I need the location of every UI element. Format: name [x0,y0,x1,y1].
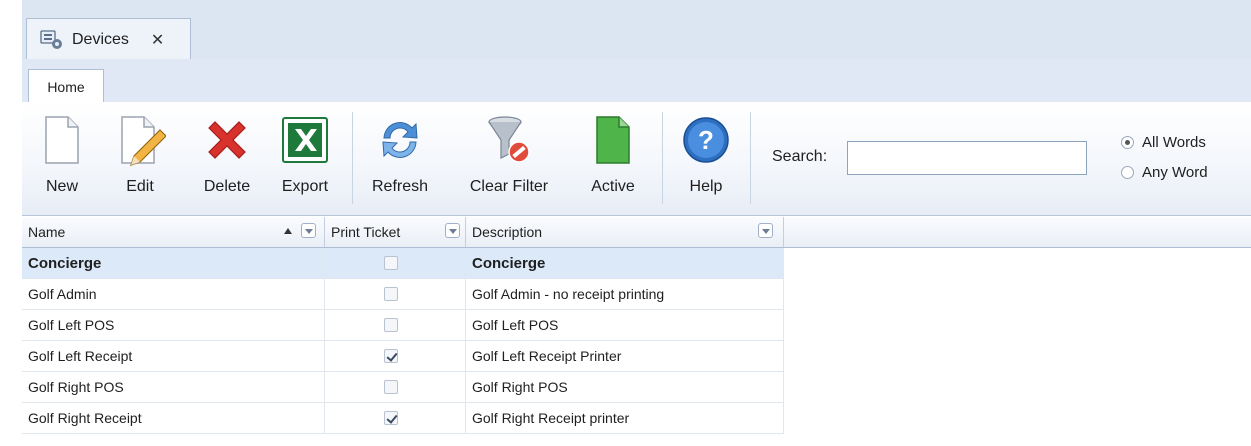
cell-description: Golf Left POS [466,310,784,340]
tab-home-label: Home [47,78,85,95]
refresh-button[interactable]: Refresh [364,110,436,210]
radio-any-word-label: Any Word [1142,164,1208,181]
cell-name: Golf Left Receipt [22,341,325,371]
devices-window: Devices ✕ Home New Edit Delete Export Re… [22,0,1251,446]
print-ticket-checkbox[interactable] [384,349,398,363]
table-row[interactable]: Golf Right POS Golf Right POS [22,372,784,403]
cell-name: Golf Left POS [22,310,325,340]
excel-icon [282,117,328,163]
radio-any-word[interactable]: Any Word [1121,164,1208,181]
column-header-description-label: Description [472,224,543,240]
edit-pencil-icon [121,116,166,166]
document-tab-title: Devices [72,30,129,48]
print-ticket-checkbox[interactable] [384,380,398,394]
close-icon[interactable]: ✕ [151,30,164,50]
red-x-icon [208,121,246,159]
document-tab-devices[interactable]: Devices ✕ [26,18,191,60]
cell-print-ticket [325,403,466,433]
help-button[interactable]: ? Help [676,110,736,210]
table-row[interactable]: Golf Left POS Golf Left POS [22,310,784,341]
devices-grid: Name Print Ticket Description Concierge … [22,217,1251,434]
clear-filter-button-label: Clear Filter [469,178,549,195]
active-button[interactable]: Active [580,110,646,210]
cell-description: Golf Right Receipt printer [466,403,784,433]
cell-print-ticket [325,279,466,309]
cell-print-ticket [325,341,466,371]
devices-icon [40,29,62,49]
column-header-name-label: Name [28,224,66,240]
toolbar-separator [662,112,663,204]
cell-name: Golf Right POS [22,372,325,402]
cell-description: Concierge [466,248,784,278]
tab-home[interactable]: Home [28,69,104,103]
new-button-label: New [45,178,78,195]
filter-dropdown-icon[interactable] [445,223,460,238]
export-button-label: Export [281,178,329,195]
cell-description: Golf Left Receipt Printer [466,341,784,371]
funnel-clear-icon [488,116,530,163]
cell-name: Golf Right Receipt [22,403,325,433]
cell-description: Golf Admin - no receipt printing [466,279,784,309]
clear-filter-button[interactable]: Clear Filter [454,110,564,210]
toolbar-separator [750,112,751,204]
print-ticket-checkbox[interactable] [384,318,398,332]
svg-text:?: ? [698,125,714,155]
cell-name: Concierge [22,248,325,278]
new-document-icon [45,116,79,164]
search-label: Search: [772,148,828,165]
filter-dropdown-icon[interactable] [758,223,773,238]
radio-all-words-indicator[interactable] [1121,136,1134,149]
cell-print-ticket [325,310,466,340]
column-header-description[interactable]: Description [466,217,784,247]
help-button-label: Help [689,178,723,195]
table-row[interactable]: Golf Right Receipt Golf Right Receipt pr… [22,403,784,434]
radio-any-word-indicator[interactable] [1121,166,1134,179]
column-header-name[interactable]: Name [22,217,325,247]
refresh-button-label: Refresh [371,178,429,195]
edit-button[interactable]: Edit [110,110,170,210]
print-ticket-checkbox[interactable] [384,256,398,270]
grid-header: Name Print Ticket Description [22,217,1251,248]
ribbon-tab-strip: Home [22,59,1251,103]
radio-all-words-label: All Words [1142,134,1206,151]
print-ticket-checkbox[interactable] [384,287,398,301]
table-row[interactable]: Golf Left Receipt Golf Left Receipt Prin… [22,341,784,372]
print-ticket-checkbox[interactable] [384,411,398,425]
table-row[interactable]: Golf Admin Golf Admin - no receipt print… [22,279,784,310]
help-icon: ? [683,117,729,163]
cell-name: Golf Admin [22,279,325,309]
table-row[interactable]: Concierge Concierge [22,248,784,279]
refresh-arrows-icon [382,122,418,158]
search-input[interactable] [847,141,1087,175]
cell-print-ticket [325,372,466,402]
cell-description: Golf Right POS [466,372,784,402]
filter-dropdown-icon[interactable] [301,223,316,238]
edit-button-label: Edit [126,178,154,195]
column-header-print-ticket-label: Print Ticket [331,224,401,240]
active-button-label: Active [591,178,635,195]
toolbar-separator [352,112,353,204]
green-document-icon [596,116,630,164]
sort-ascending-icon [284,228,292,234]
radio-all-words[interactable]: All Words [1121,134,1206,151]
new-button[interactable]: New [32,110,92,210]
delete-button-label: Delete [203,178,251,195]
cell-print-ticket [325,248,466,278]
column-header-print-ticket[interactable]: Print Ticket [325,217,466,247]
export-button[interactable]: Export [272,110,338,210]
delete-button[interactable]: Delete [192,110,262,210]
